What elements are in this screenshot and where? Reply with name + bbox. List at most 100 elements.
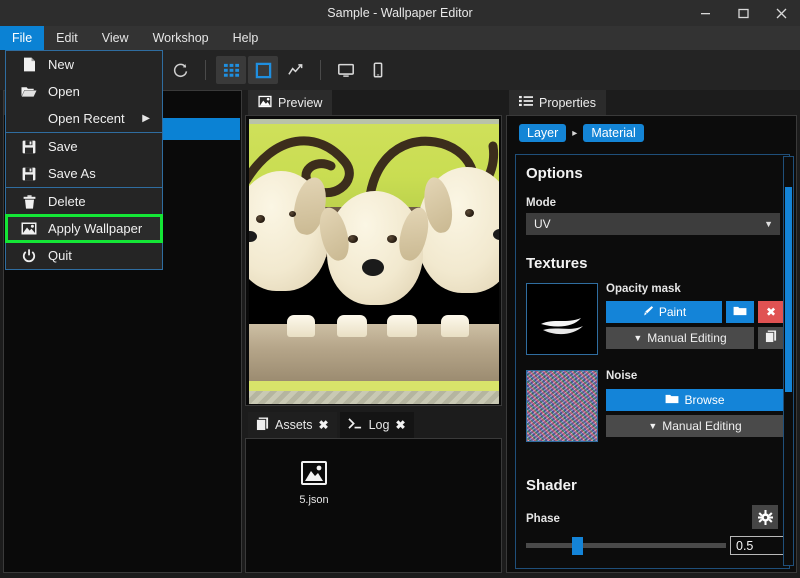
chevron-right-icon: ▸ [572,127,578,139]
opacity-mask-label: Opacity mask [606,283,681,295]
graph-icon[interactable] [280,56,310,84]
phase-slider-handle[interactable] [572,537,583,555]
close-icon[interactable]: ✖ [395,418,405,432]
noise-browse-button[interactable]: Browse [606,389,784,411]
tab-log[interactable]: Log ✖ [339,412,414,438]
menu-file[interactable]: File [0,26,45,50]
app-window: Sample - Wallpaper Editor File Edit View… [0,0,800,578]
menu-item-apply-wallpaper[interactable]: Apply Wallpaper [5,214,163,243]
breadcrumb-material[interactable]: Material [583,124,644,142]
noise-label: Noise [606,370,638,382]
menu-item-open-recent[interactable]: Open Recent ▶ [6,105,162,132]
phase-label: Phase [526,513,560,525]
menu-item-quit[interactable]: Quit [6,242,162,269]
brush-icon [642,305,654,320]
opacity-mask-clear-button[interactable]: ✖ [758,301,784,323]
file-icon [20,57,38,72]
properties-body: Layer ▸ Material Options Mode UV ▼ Textu… [506,115,797,573]
toolbar-separator [205,60,206,80]
phase-value-input[interactable]: 0.5 [730,536,784,555]
minimize-button[interactable] [686,0,724,26]
menu-view[interactable]: View [90,26,141,50]
opacity-mask-manual-editing-button[interactable]: ▼ Manual Editing [606,327,754,349]
menu-item-apply-wallpaper-label: Apply Wallpaper [48,221,143,236]
menu-item-open-recent-label: Open Recent [48,111,125,126]
mode-select[interactable]: UV ▼ [526,213,780,235]
breadcrumb-layer[interactable]: Layer [519,124,567,142]
mode-label: Mode [526,197,557,209]
menu-item-new-label: New [48,57,75,72]
file-menu-dropdown: New Open Open Recent ▶ Save Save As Dele… [5,50,163,270]
list-item[interactable]: 5.json [284,461,344,506]
image-file-icon [301,461,327,490]
opacity-mask-browse-button[interactable] [726,301,754,323]
menu-item-save[interactable]: Save [6,133,162,160]
assets-tabstrip: Assets ✖ Log ✖ [248,412,414,438]
image-icon [258,95,272,111]
noise-thumbnail[interactable] [526,370,598,442]
menu-item-save-as-label: Save As [48,166,96,181]
menu-workshop[interactable]: Workshop [141,26,221,50]
opacity-mask-copy-button[interactable] [758,327,784,349]
grid-icon[interactable] [216,56,246,84]
assets-panel: Assets ✖ Log ✖ 5.json [245,412,502,573]
terminal-icon [347,417,363,433]
chevron-down-icon: ▼ [633,333,643,343]
paint-button[interactable]: Paint [606,301,722,323]
square-outline-icon[interactable] [248,56,278,84]
menu-edit[interactable]: Edit [44,26,90,50]
section-options-title: Options [526,165,583,182]
folder-open-icon [20,85,38,98]
breadcrumb: Layer ▸ Material [519,124,644,142]
section-shader-title: Shader [526,477,577,494]
menu-bar: File Edit View Workshop Help [0,26,800,50]
trash-icon [20,194,38,209]
opacity-mask-thumbnail[interactable] [526,283,598,355]
opacity-mask-manual-editing-label: Manual Editing [647,331,727,345]
menu-item-quit-label: Quit [48,248,72,263]
chevron-right-icon: ▶ [142,113,150,124]
close-button[interactable] [762,0,800,26]
tab-assets[interactable]: Assets ✖ [248,412,337,438]
window-controls [686,0,800,26]
mode-value: UV [534,217,551,231]
tab-preview-label: Preview [278,95,323,110]
preview-image [249,119,499,404]
tab-assets-label: Assets [275,418,313,432]
phone-icon[interactable] [363,56,393,84]
toolbar-separator-2 [320,60,321,80]
menu-help[interactable]: Help [221,26,271,50]
assets-body: 5.json [245,438,502,573]
tab-properties-label: Properties [539,95,596,110]
list-icon [519,95,533,110]
properties-scrollbar[interactable] [783,156,794,566]
maximize-button[interactable] [724,0,762,26]
folder-icon [665,393,679,407]
menu-item-save-as[interactable]: Save As [6,160,162,187]
power-icon [20,248,38,263]
refresh-icon[interactable] [165,56,195,84]
monitor-icon[interactable] [331,56,361,84]
save-disk-icon [20,140,38,154]
preview-body [245,115,502,406]
menu-item-delete[interactable]: Delete [6,188,162,215]
properties-scrollbar-thumb[interactable] [785,187,792,392]
image-icon [20,222,38,235]
menu-item-new[interactable]: New [6,51,162,78]
menu-item-open[interactable]: Open [6,78,162,105]
noise-browse-label: Browse [684,393,725,407]
chevron-down-icon: ▼ [764,219,773,229]
noise-manual-editing-button[interactable]: ▼ Manual Editing [606,415,784,437]
phase-slider-track[interactable] [526,543,726,548]
close-icon[interactable]: ✖ [319,418,329,432]
asset-file-name: 5.json [299,494,329,506]
title-bar: Sample - Wallpaper Editor [0,0,800,26]
menu-item-open-label: Open [48,84,80,99]
window-title: Sample - Wallpaper Editor [327,6,473,20]
properties-scroll-area: Options Mode UV ▼ Textures Opacity mask … [515,154,790,569]
folder-icon [733,305,747,319]
phase-settings-button[interactable] [752,505,778,529]
save-disk-icon [20,167,38,181]
tab-preview[interactable]: Preview [248,90,333,115]
tab-properties[interactable]: Properties [509,90,606,115]
